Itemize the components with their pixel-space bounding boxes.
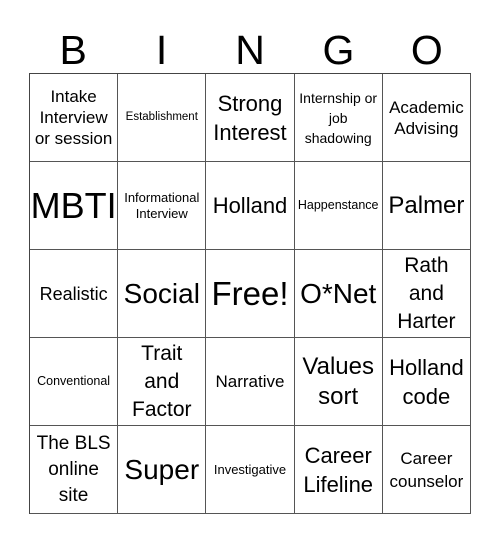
cell-text: Trait and Factor <box>132 341 192 421</box>
cell-text: Values sort <box>302 352 374 410</box>
cell-text: The BLS online site <box>36 432 111 506</box>
bingo-cell[interactable]: Holland <box>206 162 295 250</box>
cell-text: Investigative <box>213 461 287 477</box>
bingo-cell[interactable]: Career counselor <box>382 426 471 514</box>
header-letter-o: O <box>410 27 443 73</box>
cell-text: Super <box>124 453 200 485</box>
cell-text: Happenstance <box>297 198 379 212</box>
bingo-cell[interactable]: Investigative <box>206 426 295 514</box>
header-letter-i: I <box>155 27 168 73</box>
bingo-cell[interactable]: Social <box>118 250 207 338</box>
bingo-card: Intake Interview or session Establishmen… <box>29 73 471 514</box>
bingo-cell[interactable]: MBTI <box>30 162 119 250</box>
bingo-cell[interactable]: Holland code <box>382 338 471 426</box>
cell-text: Free! <box>211 274 289 312</box>
bingo-cell[interactable]: Establishment <box>118 74 207 162</box>
bingo-cell[interactable]: Informational Interview <box>118 162 207 250</box>
bingo-cell[interactable]: Happenstance <box>294 162 383 250</box>
cell-text: Rath and Harter <box>397 253 456 333</box>
header-letter-n: N <box>235 27 265 73</box>
bingo-cell[interactable]: Conventional <box>30 338 119 426</box>
bingo-cell[interactable]: Narrative <box>206 338 295 426</box>
cell-text: Holland code <box>389 354 464 409</box>
bingo-cell[interactable]: Palmer <box>382 162 471 250</box>
cell-text: Career Lifeline <box>303 442 374 497</box>
cell-text: MBTI <box>30 184 117 226</box>
bingo-cell[interactable]: The BLS online site <box>30 426 119 514</box>
cell-text: Palmer <box>388 191 465 219</box>
cell-text: Establishment <box>125 111 198 123</box>
bingo-header: B I N G O <box>29 28 471 72</box>
cell-text: Informational Interview <box>124 189 200 221</box>
cell-text: O*Net <box>300 277 377 309</box>
bingo-cell[interactable]: Trait and Factor <box>118 338 207 426</box>
cell-text: Narrative <box>215 372 285 391</box>
cell-text: Intake Interview or session <box>34 87 113 148</box>
cell-text: Strong Interest <box>213 90 287 145</box>
header-letter-b: B <box>59 27 87 73</box>
bingo-cell[interactable]: Super <box>118 426 207 514</box>
bingo-cell[interactable]: Academic Advising <box>382 74 471 162</box>
bingo-cell[interactable]: O*Net <box>294 250 383 338</box>
cell-text: Career counselor <box>389 448 464 491</box>
cell-text: Social <box>123 277 200 309</box>
bingo-cell[interactable]: Realistic <box>30 250 119 338</box>
cell-text: Conventional <box>37 374 111 388</box>
cell-text: Internship or job shadowing <box>299 89 378 146</box>
bingo-cell[interactable]: Rath and Harter <box>382 250 471 338</box>
bingo-cell[interactable]: Values sort <box>294 338 383 426</box>
cell-text: Academic Advising <box>389 97 464 138</box>
cell-text: Holland <box>212 193 288 218</box>
header-letter-g: G <box>322 27 355 73</box>
bingo-cell[interactable]: Free! <box>206 250 295 338</box>
bingo-cell[interactable]: Career Lifeline <box>294 426 383 514</box>
bingo-cell[interactable]: Internship or job shadowing <box>294 74 383 162</box>
bingo-cell[interactable]: Strong Interest <box>206 74 295 162</box>
bingo-cell[interactable]: Intake Interview or session <box>30 74 119 162</box>
cell-text: Realistic <box>39 283 108 304</box>
